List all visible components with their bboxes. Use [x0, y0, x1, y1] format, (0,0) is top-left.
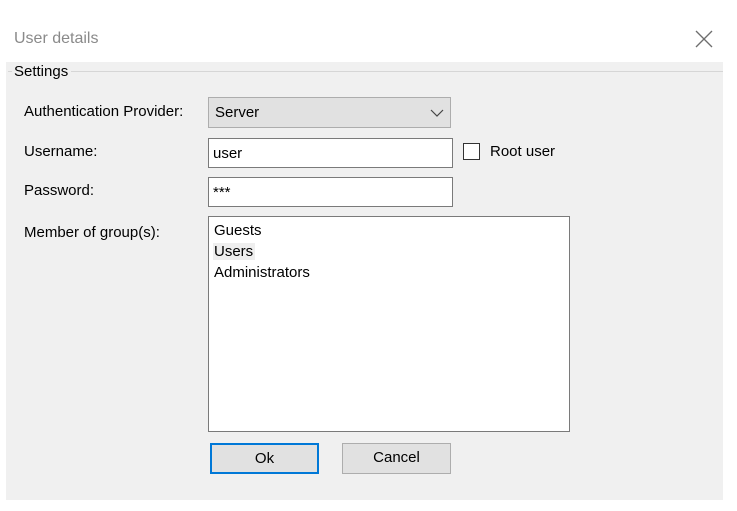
root-user-checkbox[interactable]: [463, 143, 480, 160]
username-label: Username:: [24, 143, 98, 160]
cancel-button[interactable]: Cancel: [342, 443, 451, 474]
list-item-label: Administrators: [214, 264, 310, 281]
dialog-body: Settings Authentication Provider: Server…: [6, 62, 723, 500]
groups-list: Guests Users Administrators: [213, 221, 565, 284]
auth-provider-dropdown[interactable]: Server: [208, 97, 451, 128]
password-label: Password:: [24, 182, 95, 199]
close-button[interactable]: [688, 23, 720, 55]
list-item-administrators[interactable]: Administrators: [213, 263, 565, 284]
settings-group-border: [8, 71, 723, 72]
auth-provider-label: Authentication Provider:: [24, 103, 184, 120]
chevron-down-icon: [430, 109, 444, 117]
list-item-label: Guests: [214, 222, 262, 239]
list-item-label: Users: [213, 243, 256, 260]
title-bar: User details: [0, 0, 737, 62]
username-input[interactable]: [209, 139, 452, 167]
ok-button[interactable]: Ok: [210, 443, 319, 474]
username-field-box: [208, 138, 453, 168]
close-icon: [695, 30, 713, 48]
auth-provider-selected: Server: [215, 104, 260, 121]
user-details-dialog: User details Settings Authentication Pro…: [0, 0, 737, 511]
groups-label: Member of group(s):: [24, 224, 160, 241]
groups-listbox[interactable]: Guests Users Administrators: [208, 216, 570, 432]
password-field-box: [208, 177, 453, 207]
root-user-label[interactable]: Root user: [490, 142, 555, 162]
list-item-guests[interactable]: Guests: [213, 221, 565, 242]
password-input[interactable]: [209, 178, 452, 206]
list-item-users[interactable]: Users: [213, 242, 565, 263]
window-title: User details: [14, 30, 99, 47]
settings-group-caption: Settings: [12, 62, 72, 82]
